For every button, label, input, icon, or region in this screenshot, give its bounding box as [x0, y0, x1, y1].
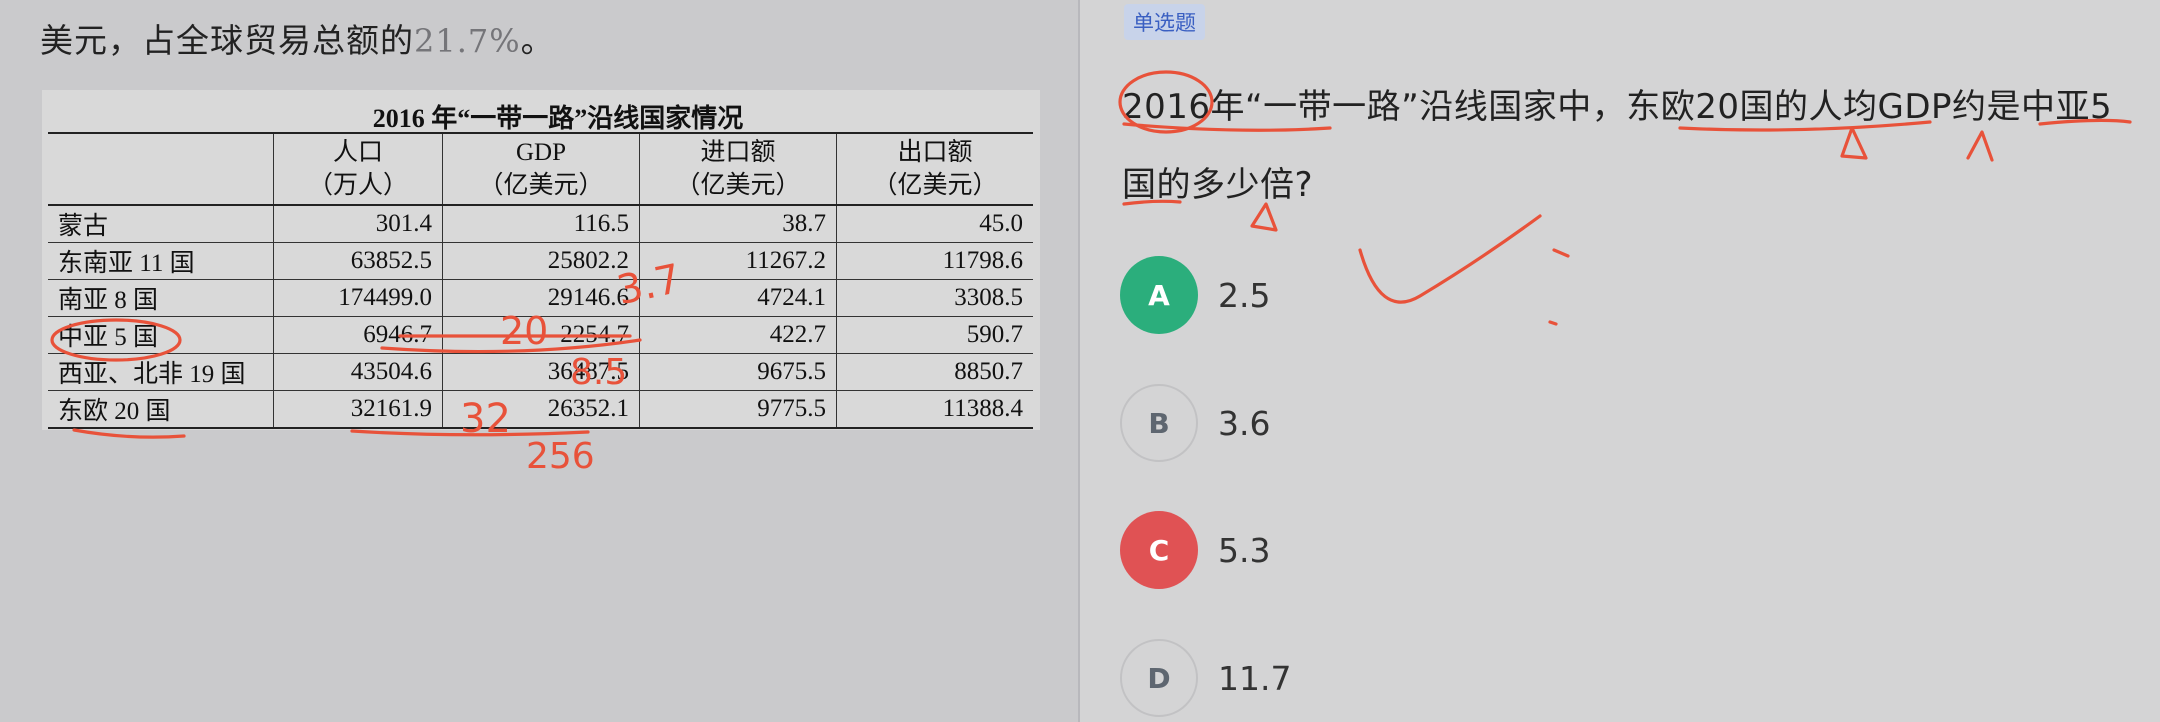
table-row: 东欧 20 国 32161.9 26352.1 9775.5 11388.4 — [48, 390, 1033, 429]
table-row: 蒙古 301.4 116.5 38.7 45.0 — [48, 204, 1033, 243]
table-cell: 43504.6 — [273, 353, 443, 391]
option-c-text: 5.3 — [1218, 530, 1271, 570]
underline-mark — [350, 429, 590, 437]
table-header-cell: 人口 （万人） — [273, 132, 443, 206]
table-cell: 2254.7 — [442, 316, 640, 354]
option-a[interactable]: A 2.5 — [1120, 256, 1270, 334]
tick-stroke — [1552, 248, 1570, 258]
table-cell: 西亚、北非 19 国 — [48, 353, 274, 391]
option-d-text: 11.7 — [1218, 658, 1292, 698]
handwritten-note: 256 — [526, 436, 595, 477]
table-cell: 9775.5 — [639, 390, 837, 429]
table-cell: 11388.4 — [836, 390, 1033, 429]
table-cell: 中亚 5 国 — [48, 316, 274, 354]
table-cell: 36487.5 — [442, 353, 640, 391]
table-cell: 9675.5 — [639, 353, 837, 391]
table-cell: 11798.6 — [836, 242, 1033, 280]
option-d-letter: D — [1120, 639, 1198, 717]
option-a-text: 2.5 — [1218, 275, 1271, 315]
table-cell: 南亚 8 国 — [48, 279, 274, 317]
table-cell: 116.5 — [442, 204, 640, 243]
table-cell: 590.7 — [836, 316, 1033, 354]
data-table-image: 2016 年“一带一路”沿线国家情况 人口 （万人） GDP （亿美元） 进口额 （亿… — [42, 90, 1040, 430]
table-header-cell: GDP （亿美元） — [442, 132, 640, 206]
question-panel: 单选题 2016年“一带一路”沿线国家中，东欧20国的人均GDP约是中亚5国的多… — [1080, 0, 2160, 722]
table-cell: 蒙古 — [48, 204, 274, 243]
table-header-cell: 出口额 （亿美元） — [836, 132, 1033, 206]
table-cell: 3308.5 — [836, 279, 1033, 317]
option-c-letter: C — [1120, 511, 1198, 589]
passage-percent: 21.7% — [414, 22, 521, 60]
table-cell: 301.4 — [273, 204, 443, 243]
table-cell: 25802.2 — [442, 242, 640, 280]
table-cell: 6946.7 — [273, 316, 443, 354]
option-c[interactable]: C 5.3 — [1120, 511, 1270, 589]
tick-stroke — [1548, 320, 1558, 326]
table-cell: 38.7 — [639, 204, 837, 243]
table-cell: 174499.0 — [273, 279, 443, 317]
table-row: 南亚 8 国 174499.0 29146.6 4724.1 3308.5 — [48, 279, 1033, 317]
table-cell: 东欧 20 国 — [48, 390, 274, 429]
table-cell: 26352.1 — [442, 390, 640, 429]
table-cell: 8850.7 — [836, 353, 1033, 391]
underline-mark — [72, 428, 186, 439]
table-header-cell — [48, 132, 274, 206]
table-cell: 11267.2 — [639, 242, 837, 280]
passage-text: 美元，占全球贸易总额的21.7%。 — [40, 21, 555, 60]
table-row: 西亚、北非 19 国 43504.6 36487.5 9675.5 8850.7 — [48, 353, 1033, 391]
table-row: 中亚 5 国 6946.7 2254.7 422.7 590.7 — [48, 316, 1033, 354]
option-b-text: 3.6 — [1218, 403, 1271, 443]
table-cell: 422.7 — [639, 316, 837, 354]
question-type-badge: 单选题 — [1124, 4, 1205, 40]
check-mark — [1358, 214, 1542, 304]
option-b-letter: B — [1120, 384, 1198, 462]
table-row: 东南亚 11 国 63852.5 25802.2 11267.2 11798.6 — [48, 242, 1033, 280]
table-cell: 4724.1 — [639, 279, 837, 317]
table-cell: 45.0 — [836, 204, 1033, 243]
option-d[interactable]: D 11.7 — [1120, 639, 1291, 717]
table-header-cell: 进口额 （亿美元） — [639, 132, 837, 206]
table-cell: 63852.5 — [273, 242, 443, 280]
table-cell: 东南亚 11 国 — [48, 242, 274, 280]
table-cell: 29146.6 — [442, 279, 640, 317]
table-cell: 32161.9 — [273, 390, 443, 429]
table-header-row: 人口 （万人） GDP （亿美元） 进口额 （亿美元） 出口额 （亿美元） — [48, 132, 1033, 206]
data-table: 人口 （万人） GDP （亿美元） 进口额 （亿美元） 出口额 （亿美元） 蒙古 301… — [48, 132, 1033, 429]
passage-panel: 美元，占全球贸易总额的21.7%。 2016 年“一带一路”沿线国家情况 人口（… — [0, 0, 1078, 722]
option-a-letter: A — [1120, 256, 1198, 334]
question-text: 2016年“一带一路”沿线国家中，东欧20国的人均GDP约是中亚5国的多少倍? — [1122, 87, 2113, 205]
option-b[interactable]: B 3.6 — [1120, 384, 1270, 462]
table-title: 2016 年“一带一路”沿线国家情况 — [372, 104, 744, 133]
